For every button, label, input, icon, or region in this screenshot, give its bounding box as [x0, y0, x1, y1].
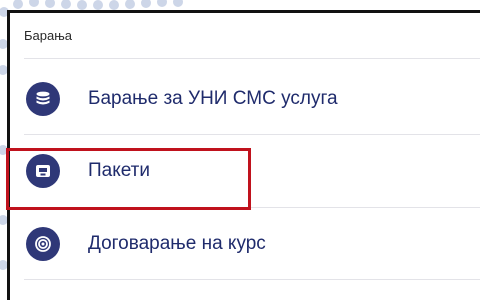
exchange-rate-icon [26, 226, 60, 261]
menu-item-uni-sms-request[interactable]: Барање за УНИ СМС услуга [10, 62, 480, 135]
menu-item-label: Барање за УНИ СМС услуга [88, 87, 338, 109]
menu-item-label: Договарање на курс [88, 232, 266, 254]
package-icon [26, 153, 60, 188]
requests-panel: Барања Барање за УНИ СМС услуга Пакети Д… [7, 10, 480, 300]
coins-icon [26, 81, 60, 116]
section-title: Барања [24, 28, 73, 43]
divider [24, 58, 480, 59]
menu-item-label: Пакети [88, 159, 151, 181]
menu-item-packages[interactable]: Пакети [10, 134, 480, 207]
menu-item-exchange-rate[interactable]: Договарање на курс [10, 207, 480, 280]
divider [24, 279, 480, 280]
